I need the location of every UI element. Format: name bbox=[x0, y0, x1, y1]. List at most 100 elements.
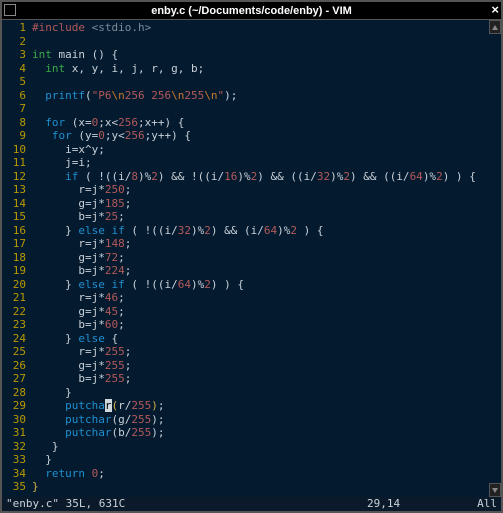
code-content[interactable]: putchar(b/255); bbox=[32, 426, 501, 440]
scroll-down-icon[interactable] bbox=[489, 483, 501, 497]
code-content[interactable]: g=j*255; bbox=[32, 359, 501, 373]
code-content[interactable]: } bbox=[32, 440, 501, 454]
code-line[interactable]: 20 } else if ( !((i/64)%2) ) { bbox=[2, 278, 501, 292]
code-content[interactable]: r=j*148; bbox=[32, 237, 501, 251]
line-number: 33 bbox=[2, 453, 32, 467]
code-content[interactable]: i=x^y; bbox=[32, 143, 501, 157]
code-content[interactable]: return 0; bbox=[32, 467, 501, 481]
code-content[interactable] bbox=[32, 75, 501, 89]
line-number: 30 bbox=[2, 413, 32, 427]
code-content[interactable]: } bbox=[32, 386, 501, 400]
code-line[interactable]: 15 b=j*25; bbox=[2, 210, 501, 224]
line-number: 25 bbox=[2, 345, 32, 359]
code-line[interactable]: 32 } bbox=[2, 440, 501, 454]
code-content[interactable]: } else { bbox=[32, 332, 501, 346]
line-number: 27 bbox=[2, 372, 32, 386]
code-content[interactable]: putchar(r/255); bbox=[32, 399, 501, 413]
code-content[interactable]: } bbox=[32, 480, 501, 494]
code-line[interactable]: 28 } bbox=[2, 386, 501, 400]
code-content[interactable]: int x, y, i, j, r, g, b; bbox=[32, 62, 501, 76]
code-content[interactable]: r=j*46; bbox=[32, 291, 501, 305]
code-content[interactable]: g=j*72; bbox=[32, 251, 501, 265]
line-number: 17 bbox=[2, 237, 32, 251]
line-number: 2 bbox=[2, 35, 32, 49]
code-line[interactable]: 31 putchar(b/255); bbox=[2, 426, 501, 440]
code-line[interactable]: 7 bbox=[2, 102, 501, 116]
code-line[interactable]: 2 bbox=[2, 35, 501, 49]
line-number: 24 bbox=[2, 332, 32, 346]
terminal-window: enby.c (~/Documents/code/enby) - VIM × 1… bbox=[0, 0, 503, 513]
line-number: 31 bbox=[2, 426, 32, 440]
code-content[interactable]: b=j*255; bbox=[32, 372, 501, 386]
line-number: 9 bbox=[2, 129, 32, 143]
code-line[interactable]: 18 g=j*72; bbox=[2, 251, 501, 265]
code-line[interactable]: 4 int x, y, i, j, r, g, b; bbox=[2, 62, 501, 76]
code-line[interactable]: 35} bbox=[2, 480, 501, 494]
window-menu-icon[interactable] bbox=[4, 4, 16, 16]
code-line[interactable]: 33 } bbox=[2, 453, 501, 467]
code-content[interactable]: printf("P6\n256 256\n255\n"); bbox=[32, 89, 501, 103]
code-line[interactable]: 3int main () { bbox=[2, 48, 501, 62]
code-content[interactable] bbox=[32, 102, 501, 116]
code-content[interactable]: int main () { bbox=[32, 48, 501, 62]
code-content[interactable]: } bbox=[32, 453, 501, 467]
scroll-up-icon[interactable] bbox=[489, 20, 501, 34]
code-line[interactable]: 21 r=j*46; bbox=[2, 291, 501, 305]
line-number: 29 bbox=[2, 399, 32, 413]
code-content[interactable]: g=j*185; bbox=[32, 197, 501, 211]
code-line[interactable]: 12 if ( !((i/8)%2) && !((i/16)%2) && ((i… bbox=[2, 170, 501, 184]
code-content[interactable]: for (x=0;x<256;x++) { bbox=[32, 116, 501, 130]
code-content[interactable]: } else if ( !((i/64)%2) ) { bbox=[32, 278, 501, 292]
code-content[interactable]: #include <stdio.h> bbox=[32, 21, 501, 35]
line-number: 16 bbox=[2, 224, 32, 238]
code-line[interactable]: 22 g=j*45; bbox=[2, 305, 501, 319]
code-line[interactable]: 9 for (y=0;y<256;y++) { bbox=[2, 129, 501, 143]
code-line[interactable]: 25 r=j*255; bbox=[2, 345, 501, 359]
code-line[interactable]: 5 bbox=[2, 75, 501, 89]
code-line[interactable]: 30 putchar(g/255); bbox=[2, 413, 501, 427]
code-line[interactable]: 10 i=x^y; bbox=[2, 143, 501, 157]
code-content[interactable]: b=j*25; bbox=[32, 210, 501, 224]
code-line[interactable]: 29 putchar(r/255); bbox=[2, 399, 501, 413]
code-line[interactable]: 19 b=j*224; bbox=[2, 264, 501, 278]
line-number: 21 bbox=[2, 291, 32, 305]
editor-area[interactable]: 1#include <stdio.h>23int main () {4 int … bbox=[2, 20, 501, 497]
line-number: 15 bbox=[2, 210, 32, 224]
line-number: 13 bbox=[2, 183, 32, 197]
line-number: 11 bbox=[2, 156, 32, 170]
code-line[interactable]: 23 b=j*60; bbox=[2, 318, 501, 332]
code-line[interactable]: 8 for (x=0;x<256;x++) { bbox=[2, 116, 501, 130]
code-line[interactable]: 34 return 0; bbox=[2, 467, 501, 481]
line-number: 4 bbox=[2, 62, 32, 76]
code-content[interactable]: r=j*250; bbox=[32, 183, 501, 197]
line-number: 26 bbox=[2, 359, 32, 373]
code-content[interactable]: if ( !((i/8)%2) && !((i/16)%2) && ((i/32… bbox=[32, 170, 501, 184]
close-icon[interactable]: × bbox=[491, 2, 499, 17]
line-number: 10 bbox=[2, 143, 32, 157]
line-number: 34 bbox=[2, 467, 32, 481]
code-line[interactable]: 13 r=j*250; bbox=[2, 183, 501, 197]
code-line[interactable]: 14 g=j*185; bbox=[2, 197, 501, 211]
titlebar[interactable]: enby.c (~/Documents/code/enby) - VIM × bbox=[2, 2, 501, 20]
code-content[interactable]: putchar(g/255); bbox=[32, 413, 501, 427]
code-content[interactable]: g=j*45; bbox=[32, 305, 501, 319]
code-line[interactable]: 6 printf("P6\n256 256\n255\n"); bbox=[2, 89, 501, 103]
code-line[interactable]: 24 } else { bbox=[2, 332, 501, 346]
code-content[interactable]: r=j*255; bbox=[32, 345, 501, 359]
line-number: 14 bbox=[2, 197, 32, 211]
status-scroll: All bbox=[457, 497, 497, 511]
code-line[interactable]: 1#include <stdio.h> bbox=[2, 21, 501, 35]
code-line[interactable]: 16 } else if ( !((i/32)%2) && (i/64)%2 )… bbox=[2, 224, 501, 238]
code-content[interactable]: j=i; bbox=[32, 156, 501, 170]
code-content[interactable]: b=j*60; bbox=[32, 318, 501, 332]
code-line[interactable]: 27 b=j*255; bbox=[2, 372, 501, 386]
line-number: 28 bbox=[2, 386, 32, 400]
code-content[interactable]: for (y=0;y<256;y++) { bbox=[32, 129, 501, 143]
code-content[interactable]: } else if ( !((i/32)%2) && (i/64)%2 ) { bbox=[32, 224, 501, 238]
code-line[interactable]: 17 r=j*148; bbox=[2, 237, 501, 251]
code-content[interactable]: b=j*224; bbox=[32, 264, 501, 278]
code-line[interactable]: 11 j=i; bbox=[2, 156, 501, 170]
code-line[interactable]: 26 g=j*255; bbox=[2, 359, 501, 373]
code-content[interactable] bbox=[32, 35, 501, 49]
line-number: 18 bbox=[2, 251, 32, 265]
